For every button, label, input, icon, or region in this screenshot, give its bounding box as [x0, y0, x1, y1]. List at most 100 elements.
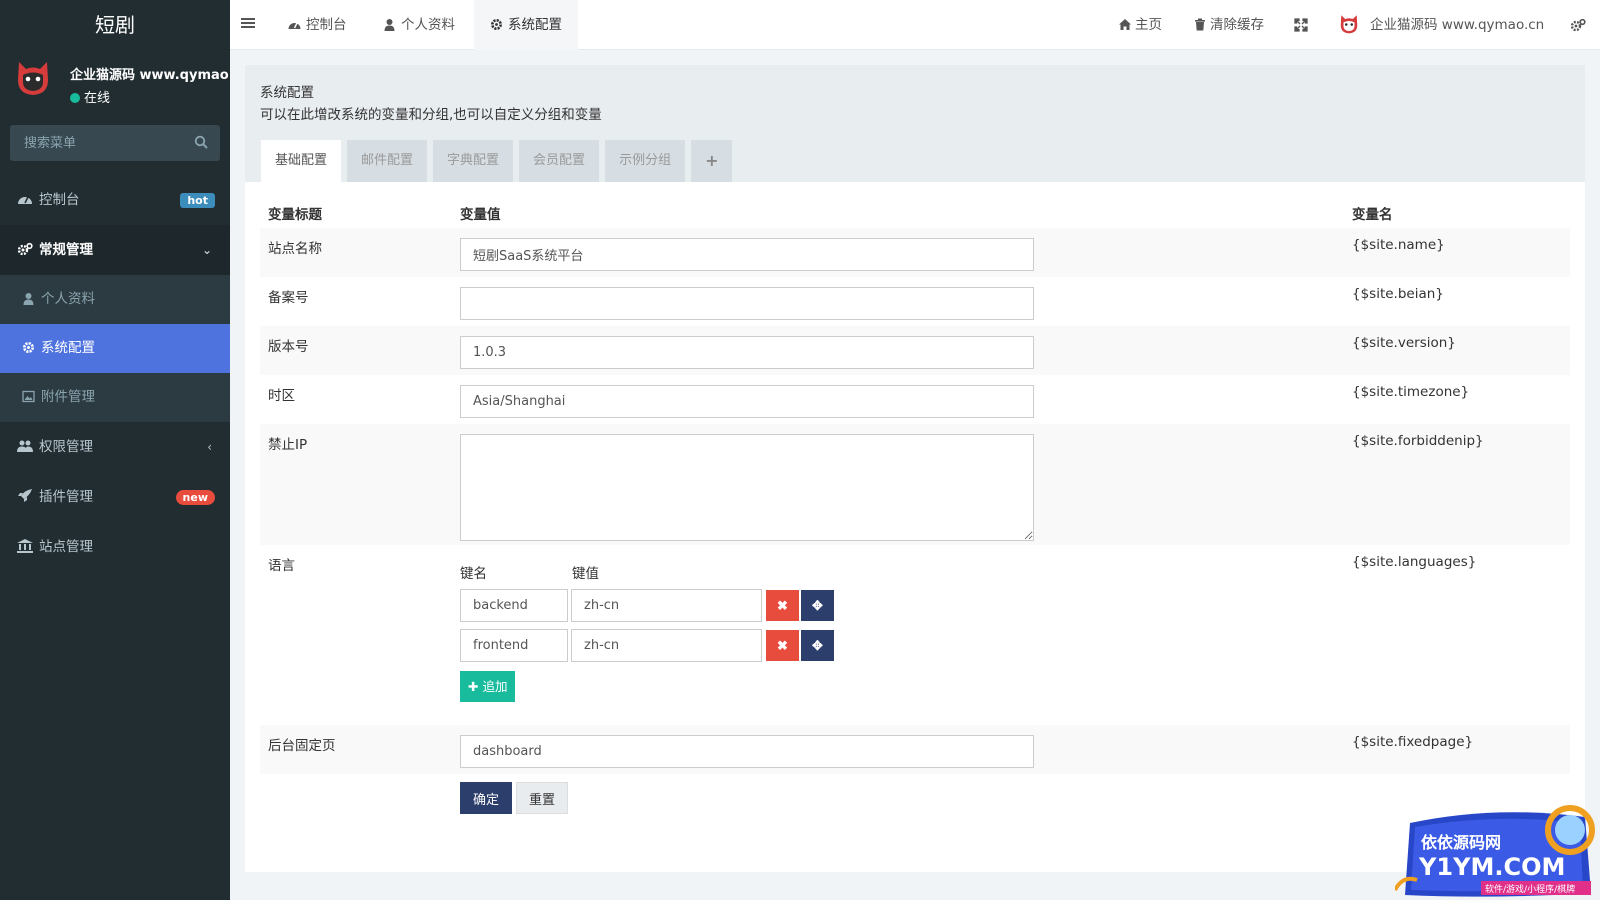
gears-icon[interactable]	[1570, 18, 1586, 32]
user-status: 在线	[70, 87, 110, 106]
append-label: 追加	[482, 679, 508, 694]
table-row: 版本号 {$site.version}	[260, 326, 1570, 375]
tab-member[interactable]: 会员配置	[519, 140, 600, 182]
config-tabs: 基础配置 邮件配置 字典配置 会员配置 示例分组 +	[261, 140, 738, 182]
row-var: {$site.version}	[1352, 335, 1456, 351]
sidebar-menu: 控制台 hot 常规管理 ⌄ 个人资料 系统配置 附件管理 权限管理 ‹ 插件管…	[0, 175, 230, 572]
hot-badge: hot	[180, 193, 215, 208]
user-status-label: 在线	[84, 91, 111, 106]
row-title: 版本号	[268, 339, 309, 355]
tab-dictionary[interactable]: 字典配置	[433, 140, 514, 182]
row-title: 禁止IP	[268, 437, 308, 453]
page-description: 可以在此增改系统的变量和分组,也可以自定义分组和变量	[260, 107, 602, 123]
new-badge: new	[175, 490, 215, 505]
append-button[interactable]: ✚ 追加	[460, 671, 516, 702]
table-header: 变量标题 变量值 变量名	[260, 195, 1570, 228]
row-var: {$site.beian}	[1352, 286, 1444, 302]
cat-avatar-icon	[1340, 15, 1358, 34]
forbidden-ip-textarea[interactable]	[460, 434, 1034, 541]
user-icon	[384, 19, 395, 31]
clear-cache-label: 清除缓存	[1210, 17, 1264, 33]
remove-row-button[interactable]: ✖	[766, 630, 799, 661]
row-var: {$site.timezone}	[1352, 384, 1470, 400]
sidebar-item-general[interactable]: 常规管理 ⌄	[0, 225, 230, 275]
table-row: 备案号 {$site.beian}	[260, 277, 1570, 326]
beian-input[interactable]	[460, 287, 1034, 320]
home-link[interactable]: 主页	[1119, 0, 1162, 50]
sidebar-item-config[interactable]: 系统配置	[0, 324, 230, 373]
language-value-input[interactable]	[571, 589, 762, 622]
version-input[interactable]	[460, 336, 1034, 369]
site-name-input[interactable]	[460, 238, 1034, 271]
sidebar-item-label: 插件管理	[39, 489, 93, 505]
fixed-page-input[interactable]	[460, 735, 1034, 768]
dashboard-icon	[288, 22, 301, 29]
sidebar-item-label: 站点管理	[39, 539, 93, 555]
sidebar-item-label: 常规管理	[39, 242, 93, 258]
sidebar-item-dashboard[interactable]: 控制台 hot	[0, 175, 230, 225]
user-icon	[23, 293, 34, 305]
tab-label: 个人资料	[401, 17, 455, 33]
sidebar-item-profile[interactable]: 个人资料	[0, 275, 230, 324]
row-var: {$site.languages}	[1352, 554, 1477, 570]
sidebar-item-auth[interactable]: 权限管理 ‹	[0, 422, 230, 472]
users-icon	[17, 440, 33, 452]
brand-logo[interactable]: 短剧	[0, 0, 230, 50]
language-value-input[interactable]	[571, 629, 762, 662]
bank-icon	[17, 539, 33, 553]
user-menu[interactable]: 企业猫源码 www.qymao.cn	[1338, 0, 1544, 50]
close-icon: ✖	[777, 638, 788, 653]
tab-label: 系统配置	[508, 17, 562, 33]
row-var: {$site.fixedpage}	[1352, 734, 1474, 750]
add-group-button[interactable]: +	[691, 140, 733, 182]
sidebar-item-site[interactable]: 站点管理	[0, 522, 230, 572]
language-key-input[interactable]	[460, 629, 568, 662]
fullscreen-icon[interactable]	[1294, 18, 1308, 32]
menu-toggle-icon[interactable]	[240, 15, 256, 31]
remove-row-button[interactable]: ✖	[766, 590, 799, 621]
drag-row-button[interactable]: ✥	[801, 590, 834, 621]
timezone-input[interactable]	[460, 385, 1034, 418]
table-row: 禁止IP {$site.forbiddenip}	[260, 424, 1570, 545]
reset-button[interactable]: 重置	[516, 782, 568, 814]
header-title: 变量标题	[268, 207, 322, 223]
search-icon[interactable]	[194, 135, 208, 149]
home-label: 主页	[1135, 17, 1162, 33]
table-row: 时区 {$site.timezone}	[260, 375, 1570, 424]
close-icon: ✖	[777, 598, 788, 613]
table-row: 语言 键名 键值 ✖ ✥ ✖ ✥ ✚ 追加 {$site.languages}	[260, 545, 1570, 725]
table-row: 后台固定页 {$site.fixedpage}	[260, 725, 1570, 774]
tab-basic[interactable]: 基础配置	[261, 140, 342, 182]
tab-profile[interactable]: 个人资料	[367, 0, 471, 50]
search-input[interactable]	[10, 125, 180, 161]
plus-icon: ✚	[468, 679, 479, 694]
header-value: 变量值	[460, 207, 501, 223]
row-title: 备案号	[268, 290, 309, 306]
config-table: 变量标题 变量值 变量名 站点名称 {$site.name} 备案号 {$sit…	[260, 195, 1570, 824]
sidebar-item-label: 权限管理	[39, 439, 93, 455]
clear-cache-button[interactable]: 清除缓存	[1194, 0, 1264, 50]
tab-example[interactable]: 示例分组	[605, 140, 686, 182]
sidebar-item-attachment[interactable]: 附件管理	[0, 373, 230, 422]
sidebar-item-label: 系统配置	[41, 340, 95, 356]
tab-email[interactable]: 邮件配置	[347, 140, 428, 182]
home-icon	[1119, 19, 1131, 30]
sidebar-item-label: 个人资料	[41, 291, 95, 307]
row-var: {$site.name}	[1352, 237, 1445, 253]
config-panel: 系统配置 可以在此增改系统的变量和分组,也可以自定义分组和变量 基础配置 邮件配…	[245, 65, 1585, 872]
watermark-line1: 依依源码网	[1421, 833, 1501, 852]
sidebar-item-label: 附件管理	[41, 389, 95, 405]
navbar-user-name: 企业猫源码 www.qymao.cn	[1370, 17, 1545, 33]
drag-row-button[interactable]: ✥	[801, 630, 834, 661]
tab-dashboard[interactable]: 控制台	[272, 0, 363, 50]
tab-config[interactable]: 系统配置	[474, 0, 578, 50]
user-panel: 企业猫源码 www.qymao.cn 在线	[0, 50, 230, 115]
sidebar: 短剧 企业猫源码 www.qymao.cn 在线 控制台 hot 常规管理 ⌄ …	[0, 0, 230, 900]
table-row: 站点名称 {$site.name}	[260, 228, 1570, 277]
language-key-input[interactable]	[460, 589, 568, 622]
move-icon: ✥	[812, 638, 823, 653]
gear-icon	[491, 19, 502, 30]
sidebar-item-addon[interactable]: 插件管理 new	[0, 472, 230, 522]
online-dot-icon	[70, 93, 80, 103]
submit-button[interactable]: 确定	[460, 782, 512, 814]
